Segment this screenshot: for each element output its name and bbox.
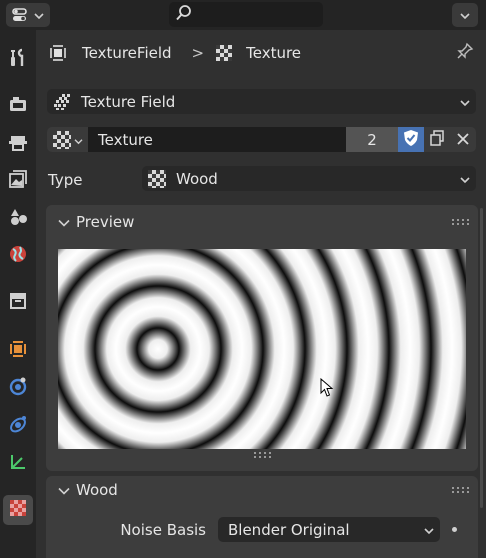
- breadcrumb-object[interactable]: TextureField: [82, 44, 172, 62]
- duplicate-button[interactable]: [424, 127, 450, 152]
- modifiers-tab[interactable]: [3, 373, 33, 403]
- box-icon: [8, 290, 28, 314]
- camera-back-icon: [8, 94, 28, 118]
- chevron-down-icon: [460, 93, 470, 111]
- checker-texture-icon: [8, 498, 28, 522]
- editor-type-button[interactable]: [6, 3, 50, 27]
- constraints-tab[interactable]: [3, 448, 33, 478]
- printer-icon: [8, 132, 28, 156]
- editor-header: [0, 0, 486, 30]
- collection-tab[interactable]: [3, 287, 33, 317]
- texture-datablock: Texture 2: [47, 127, 476, 152]
- object-tab[interactable]: [3, 336, 33, 366]
- preview-panel-header[interactable]: Preview: [58, 210, 470, 234]
- properties-content: TextureField > Texture Texture Field Tex…: [36, 30, 486, 558]
- texture-checker-icon: [148, 169, 166, 188]
- noise-basis-label-wrap: Noise Basis: [58, 517, 206, 542]
- drag-handle-icon[interactable]: [452, 219, 470, 225]
- chevron-down-icon: [460, 170, 470, 188]
- chevron-down-icon: [58, 481, 70, 499]
- texture-checker-icon: [52, 130, 71, 149]
- preview-resize-handle[interactable]: [254, 452, 272, 458]
- pin-icon[interactable]: [456, 42, 474, 64]
- options-button[interactable]: [452, 3, 478, 27]
- object-icon: [48, 43, 68, 63]
- wood-panel-title: Wood: [76, 481, 118, 499]
- user-count-button[interactable]: 2: [346, 127, 398, 152]
- type-label: Type: [48, 170, 83, 189]
- type-label-wrap: Type: [48, 167, 128, 192]
- texture-user-select[interactable]: Texture Field: [47, 89, 476, 114]
- texture-tab[interactable]: [3, 495, 33, 525]
- tool-tab[interactable]: [3, 45, 33, 75]
- chevron-down-icon: [34, 6, 44, 24]
- search-icon: [175, 4, 193, 26]
- axis-icon: [8, 451, 28, 475]
- properties-tabs: [0, 30, 36, 558]
- view-layer-tab[interactable]: [3, 166, 33, 196]
- noise-basis-label: Noise Basis: [120, 520, 206, 539]
- properties-editor: TextureField > Texture Texture Field Tex…: [0, 0, 486, 558]
- fake-user-button[interactable]: [398, 127, 424, 152]
- chevron-down-icon: [58, 213, 70, 231]
- texture-user-label: Texture Field: [81, 92, 176, 111]
- search-input[interactable]: [169, 2, 323, 27]
- breadcrumb-texture[interactable]: Texture: [246, 44, 301, 62]
- output-tab[interactable]: [3, 129, 33, 159]
- noise-basis-select[interactable]: Blender Original: [218, 517, 440, 542]
- wood-rings-image: [58, 249, 466, 449]
- breadcrumb-separator: >: [191, 44, 205, 62]
- scene-tab[interactable]: [3, 203, 33, 233]
- chevron-down-icon: [74, 131, 83, 149]
- type-value: Wood: [176, 169, 218, 188]
- type-select[interactable]: Wood: [142, 166, 476, 191]
- wood-panel-header[interactable]: Wood: [58, 478, 470, 502]
- globe-icon: [8, 244, 28, 268]
- texture-preview: [58, 249, 466, 449]
- unlink-button[interactable]: [450, 127, 476, 152]
- shield-check-icon: [403, 129, 419, 151]
- preview-panel-title: Preview: [76, 213, 135, 231]
- texture-name-field[interactable]: Texture: [88, 127, 346, 152]
- images-icon: [8, 169, 28, 193]
- texture-name-value: Texture: [98, 130, 153, 149]
- chevron-down-icon: [424, 521, 434, 539]
- properties-editor-icon: [12, 8, 28, 22]
- close-icon: [457, 131, 469, 149]
- chevron-down-icon: [460, 6, 470, 24]
- blue-orb-icon: [8, 376, 28, 400]
- scrollbar[interactable]: [480, 208, 483, 508]
- particle-texture-icon: [53, 93, 71, 111]
- animate-property-dot[interactable]: [452, 527, 457, 532]
- orbit-icon: [8, 414, 28, 438]
- render-tab[interactable]: [3, 91, 33, 121]
- wrench-screwdriver-icon: [8, 48, 28, 72]
- scene-shapes-icon: [8, 206, 28, 230]
- browse-texture-button[interactable]: [47, 127, 88, 152]
- duplicate-icon: [429, 129, 445, 150]
- mouse-cursor: [320, 377, 334, 402]
- physics-tab[interactable]: [3, 411, 33, 441]
- drag-handle-icon[interactable]: [452, 487, 470, 493]
- object-square-icon: [8, 339, 28, 363]
- breadcrumb: TextureField > Texture: [48, 40, 478, 66]
- texture-checker-icon: [216, 45, 233, 61]
- noise-basis-value: Blender Original: [228, 520, 350, 539]
- user-count-value: 2: [367, 130, 377, 149]
- world-tab[interactable]: [3, 241, 33, 271]
